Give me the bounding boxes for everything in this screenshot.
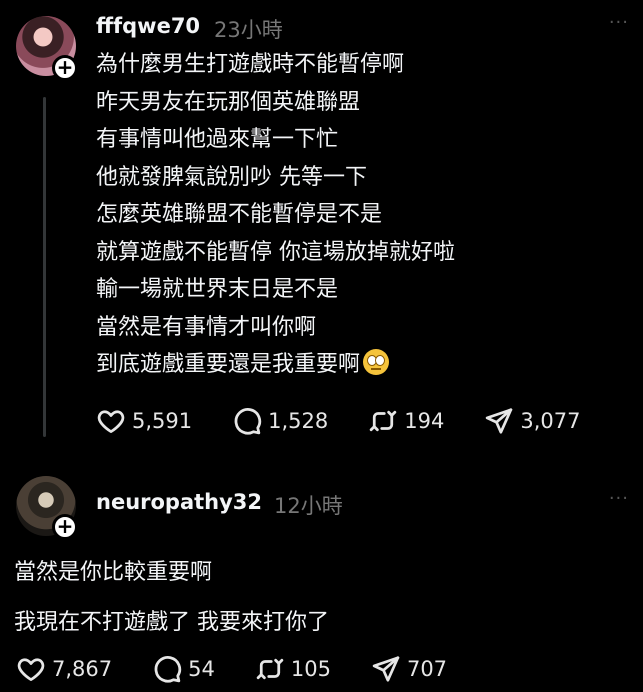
more-options-icon[interactable]: ··· bbox=[609, 12, 629, 33]
more-options-icon[interactable]: ··· bbox=[609, 488, 629, 509]
post-line: 當然是你比較重要啊 bbox=[14, 560, 213, 585]
post-line: 輸一場就世界末日是不是 bbox=[96, 277, 339, 302]
heart-icon bbox=[97, 410, 125, 433]
reply-count: 54 bbox=[188, 657, 215, 681]
post-actions: 7,867 54 105 707 bbox=[16, 654, 487, 684]
repost-button[interactable]: 105 bbox=[255, 654, 331, 684]
thread-post-2: + neuropathy32 12小時 ··· 當然是你比較重要啊 我現在不打遊… bbox=[0, 468, 643, 692]
reply-button[interactable]: 54 bbox=[152, 654, 215, 684]
reply-button[interactable]: 1,528 bbox=[232, 406, 328, 436]
like-count: 5,591 bbox=[132, 409, 193, 433]
like-button[interactable]: 5,591 bbox=[96, 406, 192, 436]
repost-count: 105 bbox=[290, 657, 331, 681]
share-icon bbox=[372, 656, 400, 682]
comment-icon bbox=[154, 656, 182, 683]
post-line: 到底遊戲重要還是我重要啊 bbox=[96, 346, 455, 384]
thread-connector-line bbox=[43, 97, 46, 437]
thread-post-1: + fffqwe70 23小時 ··· 為什麼男生打遊戲時不能暫停啊 昨天男友在… bbox=[0, 0, 643, 460]
share-button[interactable]: 707 bbox=[371, 654, 447, 684]
share-count: 707 bbox=[406, 657, 448, 681]
eye-roll-emoji-icon bbox=[363, 349, 390, 375]
post-line: 有事情叫他過來幫一下忙 bbox=[96, 127, 339, 152]
post-text: 當然是你比較重要啊 我現在不打遊戲了 我要來打你了 bbox=[14, 548, 329, 648]
post-line: 就算遊戲不能暫停 你這場放掉就好啦 bbox=[96, 239, 455, 265]
share-button[interactable]: 3,077 bbox=[484, 406, 580, 436]
post-line: 他就發脾氣說別吵 先等一下 bbox=[96, 164, 367, 190]
follow-plus-icon[interactable]: + bbox=[52, 514, 78, 540]
post-line: 為什麼男生打遊戲時不能暫停啊 bbox=[96, 52, 405, 77]
reply-count: 1,528 bbox=[268, 409, 329, 433]
share-count: 3,077 bbox=[520, 409, 581, 433]
post-actions: 5,591 1,528 194 3,077 bbox=[96, 406, 620, 436]
like-button[interactable]: 7,867 bbox=[16, 654, 112, 684]
username[interactable]: neuropathy32 bbox=[96, 490, 262, 514]
post-line: 昨天男友在玩那個英雄聯盟 bbox=[96, 89, 361, 115]
post-line: 怎麼英雄聯盟不能暫停是不是 bbox=[96, 202, 383, 227]
follow-plus-icon[interactable]: + bbox=[52, 55, 78, 81]
post-line-text: 到底遊戲重要還是我重要啊 bbox=[96, 352, 361, 377]
repost-button[interactable]: 194 bbox=[368, 406, 444, 436]
repost-icon bbox=[256, 658, 284, 680]
post-text: 為什麼男生打遊戲時不能暫停啊 昨天男友在玩那個英雄聯盟 有事情叫他過來幫一下忙 … bbox=[96, 46, 455, 384]
repost-count: 194 bbox=[404, 409, 445, 433]
post-line: 我現在不打遊戲了 我要來打你了 bbox=[14, 610, 329, 635]
post-line: 當然是有事情才叫你啊 bbox=[96, 314, 317, 340]
post-time: 23小時 bbox=[214, 18, 283, 42]
share-icon bbox=[486, 408, 513, 434]
username[interactable]: fffqwe70 bbox=[96, 14, 200, 38]
heart-icon bbox=[17, 658, 45, 681]
post-time: 12小時 bbox=[274, 494, 343, 518]
comment-icon bbox=[234, 408, 262, 435]
repost-icon bbox=[370, 410, 397, 432]
like-count: 7,867 bbox=[52, 657, 113, 681]
